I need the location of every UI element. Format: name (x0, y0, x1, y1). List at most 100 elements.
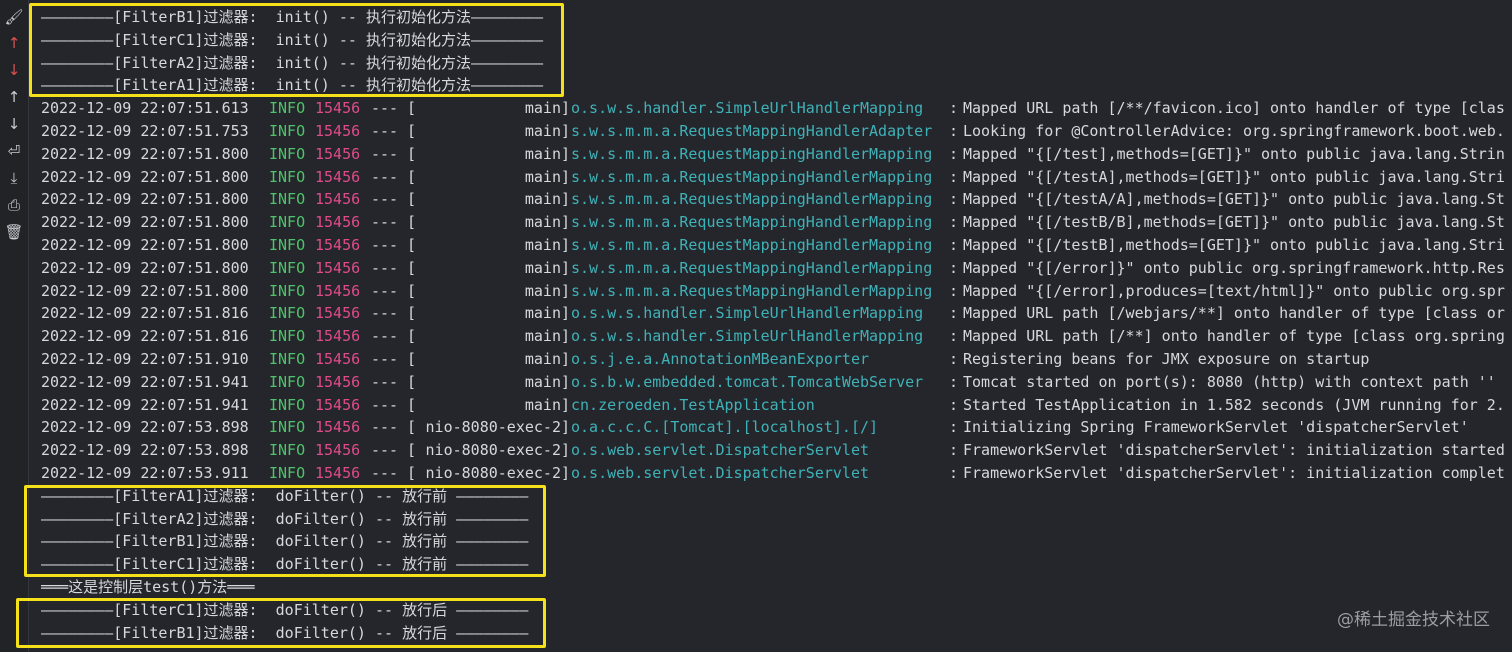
arrow-down-red-icon[interactable]: ↓ (4, 60, 24, 80)
log-line: 2022-12-09 22:07:51.941 INFO 15456 --- [main… (41, 371, 1512, 394)
log-level: INFO (269, 213, 306, 232)
thread-name: main (524, 327, 561, 346)
scroll-to-end-icon[interactable]: ⤓ (4, 168, 24, 188)
log-logger: s.w.s.m.m.a.RequestMappingHandlerMapping (571, 144, 933, 163)
log-colon: : (949, 190, 959, 209)
log-pid: 15456 (315, 327, 361, 346)
log-line: 2022-12-09 22:07:51.800 INFO 15456 --- [main… (41, 188, 1512, 211)
log-logger: s.w.s.m.m.a.RequestMappingHandlerMapping (571, 258, 933, 277)
log-timestamp: 2022-12-09 22:07:53.911 (41, 464, 249, 482)
thread-bracket-open: [ (407, 395, 417, 414)
log-timestamp: 2022-12-09 22:07:51.753 (41, 122, 249, 140)
log-colon: : (949, 99, 959, 118)
log-level: INFO (269, 167, 306, 186)
print-icon[interactable]: ⎙ (4, 195, 24, 215)
log-colon: : (949, 464, 959, 482)
thread-name: nio-8080-exec-2 (425, 418, 561, 437)
log-logger: o.s.b.w.embedded.tomcat.TomcatWebServer (571, 372, 924, 391)
console-output[interactable]: ————————[FilterB1]过滤器: init() -- 执行初始化方法… (41, 0, 1512, 652)
log-logger: s.w.s.m.m.a.RequestMappingHandlerMapping (571, 281, 933, 300)
log-timestamp: 2022-12-09 22:07:51.941 (41, 372, 249, 391)
log-level: INFO (269, 418, 306, 437)
log-pid: 15456 (315, 213, 361, 232)
thread-bracket-close: ] (561, 418, 571, 437)
thread-bracket-open: [ (407, 190, 417, 209)
log-logger: o.s.w.s.handler.SimpleUrlHandlerMapping (571, 304, 924, 323)
arrow-down-icon[interactable]: ↓ (4, 114, 24, 134)
thread-name: main (524, 122, 561, 140)
log-colon: : (949, 236, 959, 254)
log-separator: --- (371, 372, 399, 391)
log-message: Registering beans for JMX exposure on st… (963, 350, 1370, 368)
log-colon: : (949, 258, 959, 277)
filter-before-line: ————————[FilterC1]过滤器: doFilter() -- 放行前… (41, 555, 529, 574)
log-message: Mapped URL path [/**/favicon.ico] onto h… (963, 99, 1505, 118)
log-line: 2022-12-09 22:07:51.816 INFO 15456 --- [main… (41, 325, 1512, 348)
filter-after-line: ————————[FilterC1]过滤器: doFilter() -- 放行后… (41, 600, 529, 619)
log-separator: --- (371, 258, 399, 277)
thread-name: main (524, 258, 561, 277)
thread-name: main (524, 372, 561, 391)
thread-name: main (524, 144, 561, 163)
thread-bracket-open: [ (407, 144, 417, 163)
log-logger: s.w.s.m.m.a.RequestMappingHandlerMapping (571, 213, 933, 232)
thread-bracket-close: ] (561, 350, 571, 368)
arrow-up-icon[interactable]: ↑ (4, 87, 24, 107)
log-colon: : (949, 372, 959, 391)
thread-bracket-open: [ (407, 167, 417, 186)
log-pid: 15456 (315, 122, 361, 140)
wrap-lines-icon[interactable]: ⏎ (4, 141, 24, 161)
log-timestamp: 2022-12-09 22:07:51.800 (41, 213, 249, 232)
filter-init-line: ————————[FilterA1]过滤器: init() -- 执行初始化方法… (41, 76, 544, 95)
log-logger: o.s.w.s.handler.SimpleUrlHandlerMapping (571, 327, 924, 346)
log-level: INFO (269, 258, 306, 277)
log-message: Mapped "{[/testA],methods=[GET]}" onto p… (963, 167, 1505, 186)
log-timestamp: 2022-12-09 22:07:51.910 (41, 350, 249, 368)
log-message: Tomcat started on port(s): 8080 (http) w… (963, 372, 1496, 391)
log-colon: : (949, 167, 959, 186)
thread-bracket-close: ] (561, 167, 571, 186)
thread-bracket-open: [ (407, 258, 417, 277)
log-line: 2022-12-09 22:07:51.753 INFO 15456 --- [main… (41, 120, 1512, 143)
thread-bracket-close: ] (561, 144, 571, 163)
log-timestamp: 2022-12-09 22:07:53.898 (41, 441, 249, 460)
filter-init-line: ————————[FilterC1]过滤器: init() -- 执行初始化方法… (41, 30, 544, 49)
log-separator: --- (371, 464, 399, 482)
thread-name: nio-8080-exec-2 (425, 464, 561, 482)
log-message: Mapped "{[/error],produces=[text/html]}"… (963, 281, 1505, 300)
log-colon: : (949, 213, 959, 232)
log-colon: : (949, 144, 959, 163)
log-level: INFO (269, 350, 306, 368)
filter-init-line: ————————[FilterB1]过滤器: init() -- 执行初始化方法… (41, 8, 544, 26)
log-separator: --- (371, 304, 399, 323)
log-logger: o.s.j.e.a.AnnotationMBeanExporter (571, 350, 870, 368)
log-timestamp: 2022-12-09 22:07:51.800 (41, 236, 249, 254)
log-level: INFO (269, 190, 306, 209)
thread-bracket-close: ] (561, 464, 571, 482)
log-timestamp: 2022-12-09 22:07:51.613 (41, 99, 249, 118)
log-line: 2022-12-09 22:07:51.800 INFO 15456 --- [main… (41, 257, 1512, 280)
brush-icon[interactable]: 🖌 (4, 7, 24, 27)
log-level: INFO (269, 304, 306, 323)
log-logger: o.s.web.servlet.DispatcherServlet (571, 464, 870, 482)
log-pid: 15456 (315, 418, 361, 437)
controller-line: ═══这是控制层test()方法═══ (41, 578, 255, 596)
log-line: 2022-12-09 22:07:51.941 INFO 15456 --- [main… (41, 394, 1512, 417)
log-separator: --- (371, 236, 399, 254)
log-pid: 15456 (315, 350, 361, 368)
trash-icon[interactable]: 🗑 (4, 222, 24, 242)
thread-bracket-close: ] (561, 281, 571, 300)
thread-name: main (524, 281, 561, 300)
thread-bracket-close: ] (561, 236, 571, 254)
log-logger: cn.zeroeden.TestApplication (571, 395, 815, 414)
log-separator: --- (371, 213, 399, 232)
log-line: 2022-12-09 22:07:53.898 INFO 15456 --- [nio-… (41, 439, 1512, 462)
log-colon: : (949, 304, 959, 323)
log-level: INFO (269, 281, 306, 300)
log-timestamp: 2022-12-09 22:07:51.800 (41, 167, 249, 186)
log-level: INFO (269, 99, 306, 118)
thread-bracket-close: ] (561, 213, 571, 232)
log-level: INFO (269, 327, 306, 346)
log-message: FrameworkServlet 'dispatcherServlet': in… (963, 441, 1505, 460)
arrow-up-red-icon[interactable]: ↑ (4, 33, 24, 53)
